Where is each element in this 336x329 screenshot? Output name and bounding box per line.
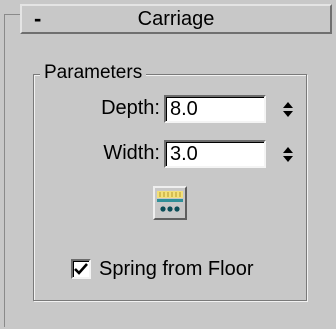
width-input[interactable] — [164, 140, 266, 168]
spring-from-floor-label[interactable]: Spring from Floor — [99, 257, 254, 281]
spinner-up-icon[interactable] — [283, 101, 293, 108]
rollout-title: Carriage — [137, 8, 215, 30]
depth-input[interactable] — [164, 95, 266, 123]
parameters-group-label: Parameters — [40, 62, 147, 84]
icon-teal-bar — [157, 199, 183, 202]
collapse-icon[interactable]: - — [34, 6, 41, 32]
spinner-down-icon[interactable] — [283, 155, 293, 162]
spinner-down-icon[interactable] — [283, 110, 293, 117]
width-spinner[interactable] — [278, 141, 298, 167]
floor-spring-button[interactable] — [153, 186, 187, 220]
width-label: Width: — [103, 142, 160, 164]
icon-top-bar — [157, 191, 183, 198]
depth-spinner[interactable] — [278, 96, 298, 122]
spring-from-floor-checkbox[interactable] — [71, 259, 91, 279]
checkmark-icon — [74, 263, 88, 275]
depth-label: Depth: — [101, 97, 160, 119]
spinner-up-icon[interactable] — [283, 146, 293, 153]
floor-spring-icon — [157, 191, 183, 212]
rollout-header[interactable]: - Carriage — [20, 4, 332, 34]
